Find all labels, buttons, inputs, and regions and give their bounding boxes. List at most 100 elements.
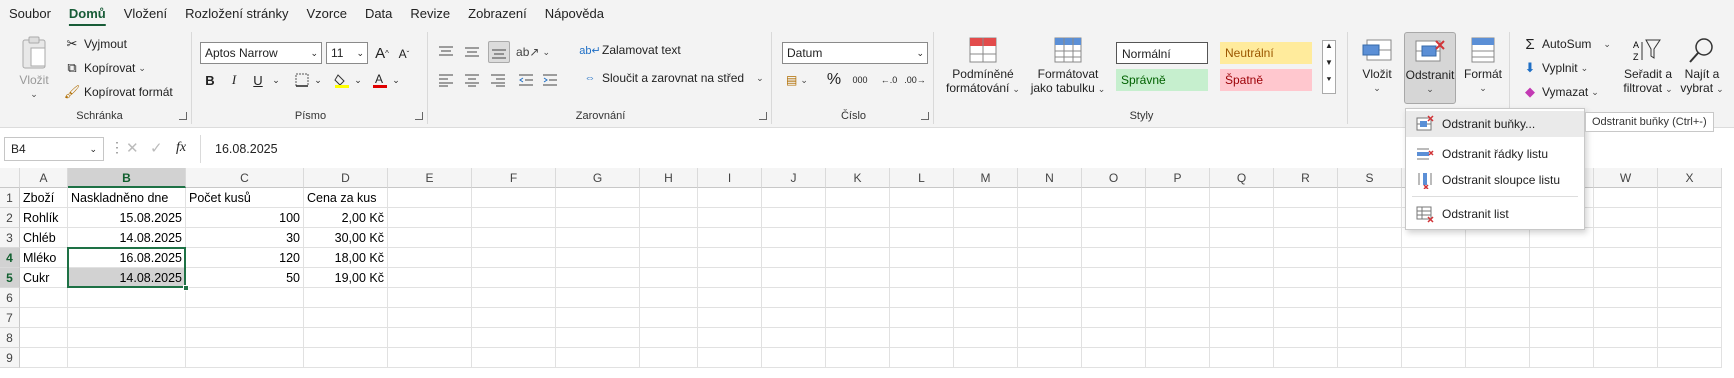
cell-r1[interactable] — [1274, 188, 1338, 208]
menu-page-layout[interactable]: Rozložení stránky — [176, 0, 297, 28]
cell-r3[interactable] — [1274, 228, 1338, 248]
column-header-d[interactable]: D — [304, 168, 388, 188]
fill-color-dropdown[interactable]: ⌄ — [348, 70, 368, 90]
cell-j6[interactable] — [762, 288, 826, 308]
cell-p2[interactable] — [1146, 208, 1210, 228]
column-header-o[interactable]: O — [1082, 168, 1146, 188]
cell-v7[interactable] — [1530, 308, 1594, 328]
italic-button[interactable]: I — [224, 70, 244, 90]
style-normal[interactable]: Normální — [1116, 42, 1208, 64]
align-center-button[interactable] — [462, 70, 482, 90]
cell-j5[interactable] — [762, 268, 826, 288]
cell-h6[interactable] — [640, 288, 698, 308]
cell-u6[interactable] — [1466, 288, 1530, 308]
cell-m7[interactable] — [954, 308, 1018, 328]
delete-cells-item[interactable]: Odstranit buňky... — [1406, 111, 1584, 137]
shrink-font-button[interactable]: Aˇ — [394, 44, 414, 64]
cell-d6[interactable] — [304, 288, 388, 308]
cell-j3[interactable] — [762, 228, 826, 248]
cell-e6[interactable] — [388, 288, 472, 308]
underline-button[interactable]: U — [248, 70, 268, 90]
cell-h9[interactable] — [640, 348, 698, 368]
column-header-h[interactable]: H — [640, 168, 698, 188]
number-format-combo[interactable]: Datum ⌄ — [782, 42, 928, 64]
row-header-9[interactable]: 9 — [0, 348, 20, 368]
cell-s8[interactable] — [1338, 328, 1402, 348]
cell-g6[interactable] — [556, 288, 640, 308]
cell-m9[interactable] — [954, 348, 1018, 368]
delete-cells-button[interactable]: Odstranit ⌄ — [1404, 32, 1456, 104]
scroll-up-icon[interactable]: ▲ — [1323, 41, 1335, 58]
cell-a6[interactable] — [20, 288, 68, 308]
cell-k4[interactable] — [826, 248, 890, 268]
cell-b5[interactable]: 14.08.2025 — [68, 268, 186, 288]
column-header-s[interactable]: S — [1338, 168, 1402, 188]
column-header-b[interactable]: B — [68, 168, 186, 188]
column-header-c[interactable]: C — [186, 168, 304, 188]
cell-i9[interactable] — [698, 348, 762, 368]
column-header-n[interactable]: N — [1018, 168, 1082, 188]
cell-i2[interactable] — [698, 208, 762, 228]
column-header-p[interactable]: P — [1146, 168, 1210, 188]
column-header-l[interactable]: L — [890, 168, 954, 188]
cell-t8[interactable] — [1402, 328, 1466, 348]
gallery-more-icon[interactable]: ⯆ — [1323, 75, 1335, 92]
grow-font-button[interactable]: A ^ — [372, 43, 392, 63]
cell-f9[interactable] — [472, 348, 556, 368]
cell-i3[interactable] — [698, 228, 762, 248]
cell-l7[interactable] — [890, 308, 954, 328]
column-header-q[interactable]: Q — [1210, 168, 1274, 188]
cell-q6[interactable] — [1210, 288, 1274, 308]
cell-f5[interactable] — [472, 268, 556, 288]
cell-n9[interactable] — [1018, 348, 1082, 368]
cell-i7[interactable] — [698, 308, 762, 328]
cell-k1[interactable] — [826, 188, 890, 208]
cell-i5[interactable] — [698, 268, 762, 288]
cell-d4[interactable]: 18,00 Kč — [304, 248, 388, 268]
cell-s5[interactable] — [1338, 268, 1402, 288]
increase-indent-button[interactable] — [540, 70, 560, 90]
percent-button[interactable]: % — [824, 70, 844, 90]
clipboard-launcher-icon[interactable] — [179, 112, 187, 120]
insert-cells-button[interactable]: Vložit ⌄ — [1354, 36, 1400, 95]
cell-c6[interactable] — [186, 288, 304, 308]
cut-button[interactable]: ✂ Vyjmout — [64, 36, 127, 52]
row-header-8[interactable]: 8 — [0, 328, 20, 348]
row-header-6[interactable]: 6 — [0, 288, 20, 308]
cell-h4[interactable] — [640, 248, 698, 268]
cell-i8[interactable] — [698, 328, 762, 348]
column-header-m[interactable]: M — [954, 168, 1018, 188]
scroll-down-icon[interactable]: ▼ — [1323, 58, 1335, 75]
format-painter-button[interactable]: 🖌 Kopírovat formát — [64, 84, 173, 100]
wrap-text-button[interactable]: ab↵ Zalamovat text — [579, 42, 680, 58]
cell-q3[interactable] — [1210, 228, 1274, 248]
cell-r2[interactable] — [1274, 208, 1338, 228]
cell-w9[interactable] — [1594, 348, 1658, 368]
row-header-2[interactable]: 2 — [0, 208, 20, 228]
cell-n4[interactable] — [1018, 248, 1082, 268]
cell-o4[interactable] — [1082, 248, 1146, 268]
cell-l8[interactable] — [890, 328, 954, 348]
cell-p7[interactable] — [1146, 308, 1210, 328]
cell-v5[interactable] — [1530, 268, 1594, 288]
font-name-combo[interactable]: Aptos Narrow ⌄ — [200, 42, 322, 64]
cell-f7[interactable] — [472, 308, 556, 328]
format-as-table-button[interactable]: Formátovat jako tabulku ⌄ — [1028, 36, 1108, 96]
cell-m6[interactable] — [954, 288, 1018, 308]
delete-columns-item[interactable]: Odstranit sloupce listu — [1406, 167, 1584, 193]
cell-h2[interactable] — [640, 208, 698, 228]
cell-p3[interactable] — [1146, 228, 1210, 248]
cell-s2[interactable] — [1338, 208, 1402, 228]
cell-o2[interactable] — [1082, 208, 1146, 228]
cell-k5[interactable] — [826, 268, 890, 288]
cell-v6[interactable] — [1530, 288, 1594, 308]
cell-n3[interactable] — [1018, 228, 1082, 248]
cell-j4[interactable] — [762, 248, 826, 268]
cell-d9[interactable] — [304, 348, 388, 368]
cell-d5[interactable]: 19,00 Kč — [304, 268, 388, 288]
paste-button[interactable]: Vložit ⌄ — [14, 36, 54, 101]
cell-l9[interactable] — [890, 348, 954, 368]
cell-r7[interactable] — [1274, 308, 1338, 328]
cell-q5[interactable] — [1210, 268, 1274, 288]
column-header-r[interactable]: R — [1274, 168, 1338, 188]
